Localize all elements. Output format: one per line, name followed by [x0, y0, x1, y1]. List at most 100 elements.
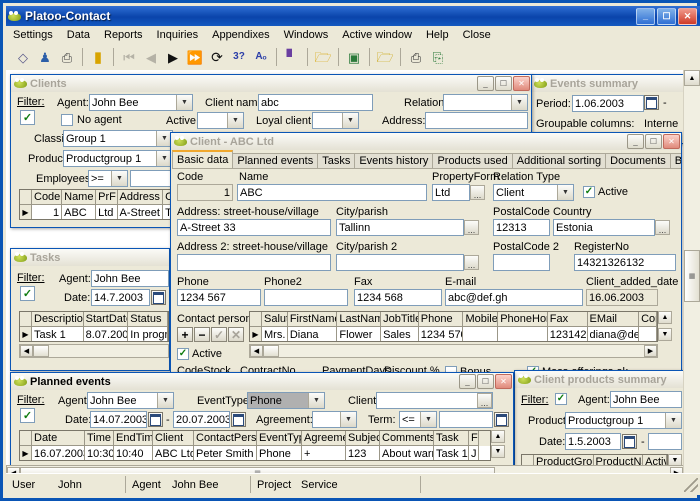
column-header-lastname[interactable]: LastName [337, 312, 381, 327]
chevron-down-icon[interactable]: ▼ [227, 113, 243, 128]
print-icon[interactable]: ⎙ [405, 46, 427, 68]
scroll-left-icon[interactable]: ◀ [20, 345, 33, 357]
city-input[interactable]: Tallinn [336, 219, 464, 236]
cp-date-to-input[interactable] [648, 433, 682, 450]
next-record-icon[interactable]: ▶ [162, 46, 184, 68]
cp-filter-checkbox[interactable]: ✓ [555, 393, 567, 405]
clients-clientname-input[interactable]: abc [258, 94, 373, 111]
chart-icon[interactable]: ▘ [281, 46, 303, 68]
menu-item-data[interactable]: Data [60, 28, 97, 42]
clients-product-select[interactable]: Productgroup 1 ▼ [63, 150, 173, 167]
menu-item-appendixes[interactable]: Appendixes [205, 28, 277, 42]
city-browse-button[interactable]: ... [464, 220, 479, 235]
column-header-address[interactable]: Address [118, 190, 164, 205]
table-row[interactable]: ▶ Mrs. Diana Flower Sales 1234 570 12314… [250, 327, 657, 342]
clients-grid[interactable]: Code Name PrF Address C ▶ 1 ABC Ltd A-St… [19, 189, 173, 220]
export-icon[interactable]: ▣ [343, 46, 365, 68]
column-header-eventtype[interactable]: EventType [257, 431, 302, 446]
column-header-code[interactable]: Code [32, 190, 62, 205]
tasks-grid[interactable]: Description StartDate Status ▶ Task 1 8.… [19, 311, 169, 342]
column-header-f[interactable]: F [469, 431, 479, 446]
column-header-startdate[interactable]: StartDate [84, 312, 129, 327]
tab-products-used[interactable]: Products used [432, 153, 512, 168]
column-header-status[interactable]: Status [128, 312, 168, 327]
chevron-down-icon[interactable]: ▼ [111, 171, 127, 186]
relationtype-select[interactable]: Client ▼ [493, 184, 574, 201]
menu-item-reports[interactable]: Reports [97, 28, 150, 42]
clients-loyal-select[interactable]: ▼ [312, 112, 359, 129]
chevron-down-icon[interactable]: ▼ [557, 185, 573, 200]
city2-browse-button[interactable]: ... [464, 255, 479, 270]
scroll-up-icon[interactable]: ▲ [684, 70, 700, 86]
postalcode2-input[interactable] [493, 254, 550, 271]
print-preview-icon[interactable]: ⎘ [427, 46, 449, 68]
pe-scroll-up-icon[interactable]: ▲ [491, 430, 505, 443]
country-input[interactable]: Estonia [553, 219, 655, 236]
contacts-scroll-down-icon[interactable]: ▼ [658, 328, 672, 341]
column-header-jobtitle[interactable]: JobTitle [381, 312, 419, 327]
column-header-prf[interactable]: PrF [96, 190, 117, 205]
table-row[interactable]: ▶ Task 1 8.07.2003 In progres [20, 327, 168, 342]
column-header-time[interactable]: Time [85, 431, 114, 446]
chevron-down-icon[interactable]: ▼ [157, 393, 173, 408]
tab-bank-accounts[interactable]: Bank acco [670, 153, 681, 168]
pe-term-input[interactable] [439, 411, 493, 428]
calendar-icon[interactable] [151, 290, 166, 305]
window-client-detail[interactable]: Client - ABC Ltd _ ☐ ✕ Basic data Planne… [170, 132, 682, 389]
country-browse-button[interactable]: ... [655, 220, 670, 235]
clients-minimize-button[interactable]: _ [477, 76, 494, 91]
printer-icon[interactable]: ⎙ [56, 46, 78, 68]
column-header-task[interactable]: Task [434, 431, 469, 446]
pe-client-browse-button[interactable]: ... [477, 393, 492, 408]
client-detail-minimize-button[interactable]: _ [627, 134, 644, 149]
menu-item-help[interactable]: Help [419, 28, 456, 42]
menu-item-inquiries[interactable]: Inquiries [150, 28, 206, 42]
clients-address-input[interactable] [425, 112, 528, 129]
column-header-subject[interactable]: Subject [346, 431, 380, 446]
column-header-comments[interactable]: Comments [380, 431, 434, 446]
postalcode-input[interactable]: 12313 [493, 219, 550, 236]
window-tasks[interactable]: Tasks Filter: ✓ Agent: John Bee Date: 14… [10, 248, 170, 371]
clients-active-select[interactable]: ▼ [197, 112, 244, 129]
tab-basic-data[interactable]: Basic data [172, 150, 233, 168]
client-detail-maximize-button[interactable]: ☐ [645, 134, 662, 149]
menu-item-windows[interactable]: Windows [277, 28, 336, 42]
phone-input[interactable]: 1234 567 [177, 289, 261, 306]
tasks-filter-checkbox[interactable]: ✓ [20, 286, 35, 301]
pe-date-to-input[interactable]: 20.07.2003 [173, 411, 230, 428]
chevron-down-icon[interactable]: ▼ [308, 393, 324, 408]
pe-date-from-input[interactable]: 14.07.2003 [90, 411, 147, 428]
cp-agent-input[interactable]: John Bee [610, 391, 682, 408]
tab-additional-sorting[interactable]: Additional sorting [512, 153, 606, 168]
tasks-date-input[interactable]: 14.7.2003 [91, 289, 150, 306]
column-header-endtime[interactable]: EndTime [114, 431, 153, 446]
scroll-thumb[interactable] [263, 345, 279, 357]
pe-agreement-select[interactable]: ▼ [312, 411, 357, 428]
scroll-thumb[interactable]: ▦ [684, 250, 700, 302]
eraser-icon[interactable]: ◇ [12, 46, 34, 68]
propertyform-browse-button[interactable]: ... [470, 185, 485, 200]
column-header-email[interactable]: EMail [588, 312, 640, 327]
column-header-contactperson[interactable]: ContactPerson [194, 431, 257, 446]
clients-maximize-button[interactable]: ☐ [495, 76, 512, 91]
column-header-fax[interactable]: Fax [548, 312, 588, 327]
resize-grip-icon[interactable] [684, 478, 698, 492]
table-row[interactable]: ▶ 1 ABC Ltd A-Street 33 T [20, 205, 172, 220]
column-header-date[interactable]: Date [32, 431, 85, 446]
contacts-grid[interactable]: Salut FirstName LastName JobTitle Phone … [249, 311, 658, 342]
exit-door-icon[interactable]: ▮ [87, 46, 109, 68]
save-folder-icon[interactable]: 🗁 [374, 46, 396, 68]
cp-product-select[interactable]: Productgroup 1 ▼ [565, 412, 682, 429]
scroll-thumb[interactable] [33, 345, 49, 357]
tab-events-history[interactable]: Events history [354, 153, 433, 168]
scroll-right-icon[interactable]: ▶ [644, 345, 657, 357]
chevron-down-icon[interactable]: ▼ [420, 412, 436, 427]
menu-item-settings[interactable]: Settings [6, 28, 60, 42]
contacts-scroll-up-icon[interactable]: ▲ [658, 311, 672, 324]
calendar-icon[interactable] [148, 412, 163, 427]
phone2-input[interactable] [264, 289, 348, 306]
chevron-down-icon[interactable]: ▼ [511, 95, 527, 110]
planned-events-maximize-button[interactable]: ☐ [477, 374, 494, 389]
table-row[interactable]: ▶ 16.07.2003 10:30 10:40 ABC Ltd Peter S… [20, 446, 490, 461]
calendar-icon[interactable] [644, 95, 659, 110]
